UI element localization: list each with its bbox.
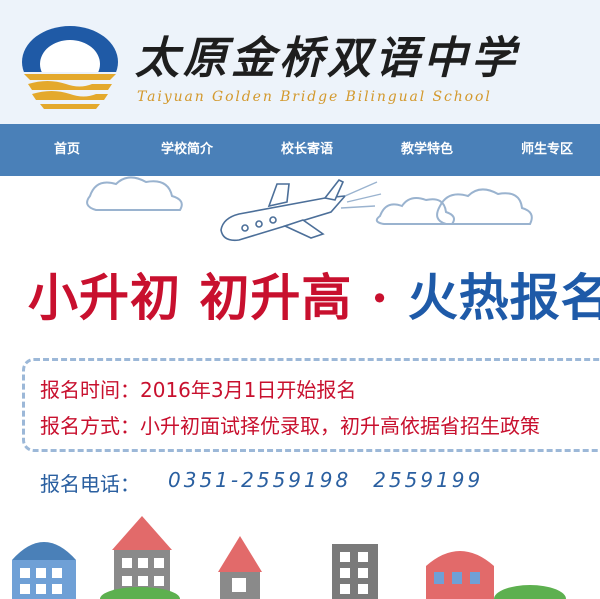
phone-number[interactable]: 2559199 (373, 468, 483, 492)
school-logo[interactable] (18, 22, 122, 112)
nav-item-principal[interactable]: 校长寄语 (252, 124, 362, 176)
slogan-separator: · (370, 268, 390, 327)
school-name-cn: 太原金桥双语中学 (135, 33, 519, 84)
enrollment-time-text: 报名时间：2016年3月1日开始报名 (40, 378, 357, 402)
slogan-part2: 火热报名 (407, 268, 600, 327)
buildings-illustration (12, 516, 566, 599)
nav-item-home[interactable]: 首页 (12, 124, 122, 176)
enrollment-banner[interactable]: 小升初 初升高 · 火热报名 报名时间：2016年3月1日开始报名 报名方式：小… (0, 176, 600, 599)
space-shuttle-illustration (220, 178, 382, 242)
slogan-part1: 小升初 初升高 (28, 268, 353, 327)
nav-item-teaching[interactable]: 教学特色 (372, 124, 482, 176)
site-header: 太原金桥双语中学 Taiyuan Golden Bridge Bilingual… (0, 0, 600, 124)
phone-label: 报名电话： (40, 472, 140, 496)
enrollment-slogan: 小升初 初升高 · 火热报名 (28, 258, 600, 330)
main-nav: 首页 学校简介 校长寄语 教学特色 师生专区 (0, 124, 600, 176)
school-name-en: Taiyuan Golden Bridge Bilingual School (137, 89, 492, 105)
enrollment-method-text: 报名方式：小升初面试择优录取，初升高依据省招生政策 (40, 414, 540, 438)
phone-number[interactable]: 0351-2559198 (168, 468, 351, 492)
nav-item-about[interactable]: 学校简介 (132, 124, 242, 176)
phone-numbers: 0351-2559198 2559199 (168, 468, 505, 492)
nav-item-teachers-students[interactable]: 师生专区 (492, 124, 600, 176)
